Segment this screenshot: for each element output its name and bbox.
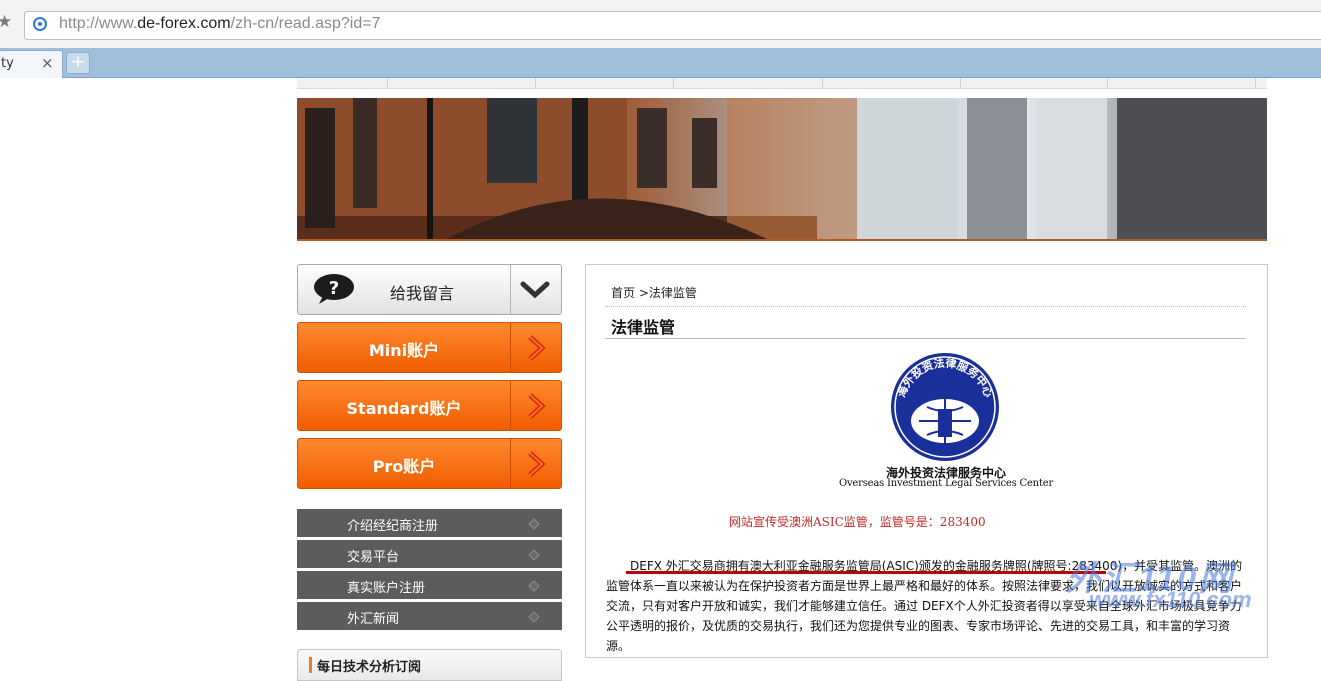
leave-message-label: 给我留言 <box>390 284 455 303</box>
mini-account-button[interactable]: Mini账户 <box>297 322 562 373</box>
logo-english-name: Overseas Investment Legal Services Cente… <box>838 478 1054 489</box>
menu-item-label: 真实账户注册 <box>347 581 426 596</box>
chevron-right-icon <box>528 393 546 419</box>
account-label: Mini账户 <box>368 341 440 360</box>
question-bubble-icon: ? <box>314 274 354 304</box>
menu-item-real-account[interactable]: 真实账户注册 <box>297 571 562 599</box>
asic-notice: 网站宣传受澳洲ASIC监管，监管号是：283400 <box>729 515 986 529</box>
menu-item-ib-register[interactable]: 介绍经纪商注册 <box>297 509 562 537</box>
watermark-url: www.fx110.com <box>1089 587 1252 612</box>
legal-center-seal-logo: 海外投资法律服务中心 <box>891 353 999 461</box>
header-banner-image <box>297 98 1267 241</box>
close-icon[interactable]: × <box>41 54 54 72</box>
daily-analysis-title: 每日技术分析订阅 <box>317 660 422 675</box>
breadcrumb[interactable]: 首页 >法律监管 <box>611 284 697 301</box>
svg-text:?: ? <box>329 278 339 299</box>
tab-title: ty <box>1 56 14 71</box>
menu-item-label: 交易平台 <box>347 550 400 565</box>
chevron-right-icon <box>528 451 546 477</box>
standard-account-button[interactable]: Standard账户 <box>297 380 562 431</box>
page-title: 法律监管 <box>611 318 676 337</box>
browser-tab[interactable]: ty × <box>0 50 63 78</box>
chevron-right-icon <box>528 335 546 361</box>
url-text[interactable]: http://www.de-forex.com/zh-cn/read.asp?i… <box>59 15 381 33</box>
diamond-bullet-icon <box>528 611 540 623</box>
pro-account-button[interactable]: Pro账户 <box>297 438 562 489</box>
daily-analysis-subscribe-header: 每日技术分析订阅 <box>297 649 562 681</box>
account-label: Standard账户 <box>346 399 462 418</box>
chevron-down-icon[interactable] <box>520 277 550 301</box>
diamond-bullet-icon <box>528 580 540 592</box>
menu-item-forex-news[interactable]: 外汇新闻 <box>297 602 562 630</box>
leave-message-button[interactable]: ? 给我留言 <box>297 264 562 315</box>
bookmark-star-icon[interactable]: ★ <box>0 12 12 32</box>
menu-item-label: 外汇新闻 <box>347 612 400 627</box>
red-underline-annotation <box>626 571 1106 574</box>
diamond-bullet-icon <box>528 518 540 530</box>
menu-item-trading-platform[interactable]: 交易平台 <box>297 540 562 568</box>
main-content-panel: 首页 >法律监管 法律监管 海外投资法律服务中心 海外投资法律服务中心 Over… <box>585 264 1268 658</box>
diamond-bullet-icon <box>528 549 540 561</box>
new-tab-button[interactable]: + <box>66 52 90 74</box>
url-input[interactable]: http://www.de-forex.com/zh-cn/read.asp?i… <box>24 11 1321 40</box>
menu-item-label: 介绍经纪商注册 <box>347 519 439 534</box>
globe-icon <box>33 17 47 31</box>
account-label: Pro账户 <box>372 457 436 476</box>
address-bar: ★ http://www.de-forex.com/zh-cn/read.asp… <box>0 0 1321 49</box>
top-nav-strip <box>297 78 1267 89</box>
tab-bar: ty × + <box>0 48 1321 78</box>
